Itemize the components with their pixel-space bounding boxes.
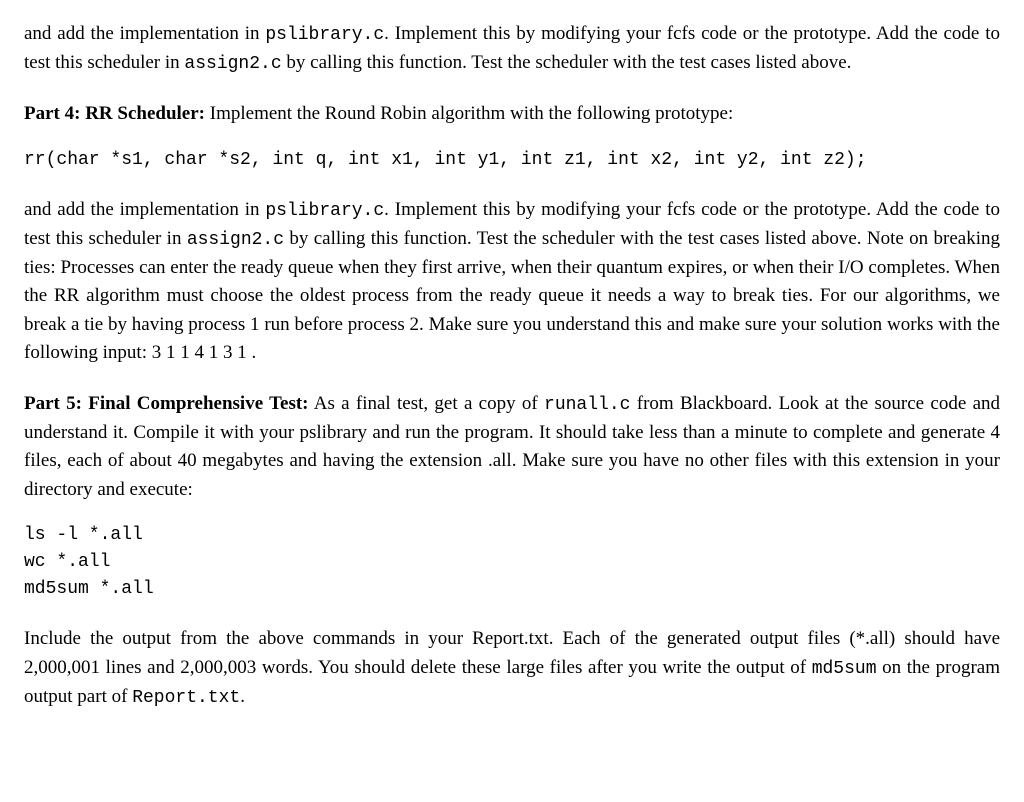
part4-body-a: and add the implementation in <box>24 199 265 220</box>
part5-commands-code: ls -l *.all wc *.all md5sum *.all <box>24 522 1000 603</box>
part4-prototype-code: rr(char *s1, char *s2, int q, int x1, in… <box>24 147 1000 174</box>
part5-output-paragraph: Include the output from the above comman… <box>24 625 1000 712</box>
part5-out-code1: md5sum <box>812 659 877 679</box>
intro-text-c: by calling this function. Test the sched… <box>282 52 852 73</box>
intro-code-2: assign2.c <box>184 54 281 74</box>
part5-lead-paragraph: Part 5: Final Comprehensive Test: As a f… <box>24 390 1000 505</box>
part5-out-code2: Report.txt <box>132 688 240 708</box>
part4-body-code2: assign2.c <box>187 230 284 250</box>
part4-heading: Part 4: RR Scheduler: <box>24 103 205 124</box>
part4-body-code1: pslibrary.c <box>265 201 384 221</box>
part4-lead-paragraph: Part 4: RR Scheduler: Implement the Roun… <box>24 100 1000 129</box>
part5-body-code1: runall.c <box>544 395 630 415</box>
part5-out-c: . <box>240 686 245 707</box>
part4-body-paragraph: and add the implementation in pslibrary.… <box>24 196 1000 368</box>
intro-paragraph: and add the implementation in pslibrary.… <box>24 20 1000 78</box>
intro-code-1: pslibrary.c <box>265 25 384 45</box>
part5-body-a: As a final test, get a copy of <box>309 393 545 414</box>
part4-lead-text: Implement the Round Robin algorithm with… <box>205 103 733 124</box>
part5-heading: Part 5: Final Comprehensive Test: <box>24 393 309 414</box>
intro-text-a: and add the implementation in <box>24 23 265 44</box>
